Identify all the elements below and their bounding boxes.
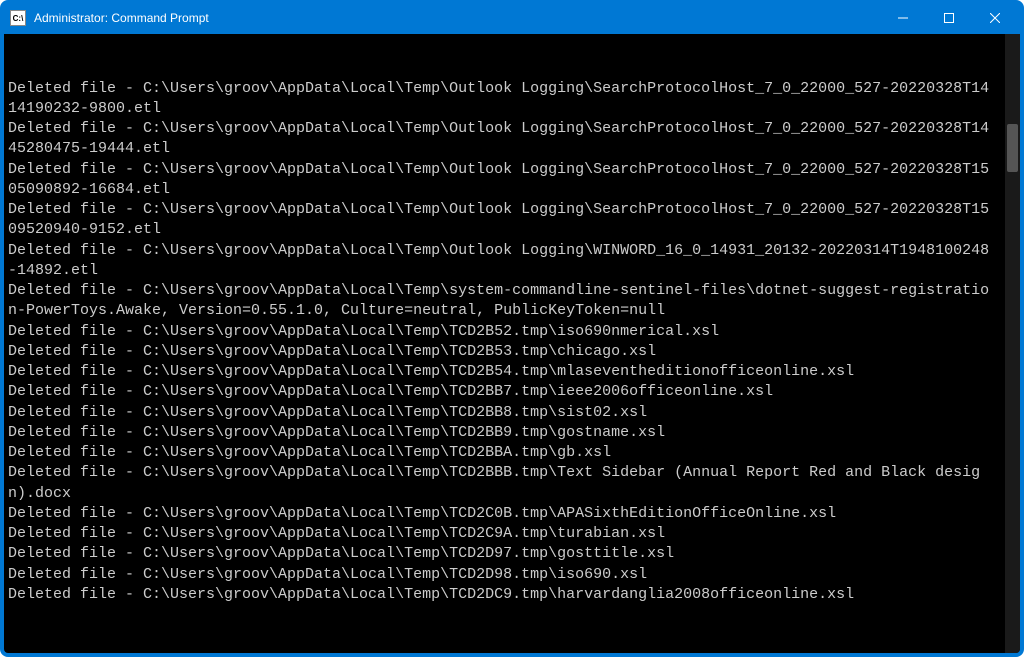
terminal-line: Deleted file - C:\Users\groov\AppData\Lo… bbox=[8, 160, 996, 201]
app-icon: C:\ bbox=[10, 10, 26, 26]
minimize-button[interactable] bbox=[880, 4, 926, 32]
terminal-line: Deleted file - C:\Users\groov\AppData\Lo… bbox=[8, 119, 996, 160]
maximize-button[interactable] bbox=[926, 4, 972, 32]
terminal-content: Deleted file - C:\Users\groov\AppData\Lo… bbox=[4, 34, 1004, 653]
terminal-line: Deleted file - C:\Users\groov\AppData\Lo… bbox=[8, 443, 996, 463]
terminal-area[interactable]: Deleted file - C:\Users\groov\AppData\Lo… bbox=[4, 34, 1020, 653]
maximize-icon bbox=[944, 13, 954, 23]
scrollbar-track[interactable] bbox=[1005, 34, 1020, 653]
window-title: Administrator: Command Prompt bbox=[34, 11, 880, 25]
terminal-line: Deleted file - C:\Users\groov\AppData\Lo… bbox=[8, 585, 996, 605]
terminal-line: Deleted file - C:\Users\groov\AppData\Lo… bbox=[8, 241, 996, 282]
window-controls bbox=[880, 4, 1018, 32]
command-prompt-window: C:\ Administrator: Command Prompt Delete… bbox=[0, 0, 1024, 657]
terminal-line: Deleted file - C:\Users\groov\AppData\Lo… bbox=[8, 504, 996, 524]
terminal-line: Deleted file - C:\Users\groov\AppData\Lo… bbox=[8, 463, 996, 504]
terminal-line: Deleted file - C:\Users\groov\AppData\Lo… bbox=[8, 423, 996, 443]
terminal-output: Deleted file - C:\Users\groov\AppData\Lo… bbox=[8, 79, 996, 606]
minimize-icon bbox=[898, 13, 908, 23]
close-icon bbox=[990, 13, 1000, 23]
titlebar[interactable]: C:\ Administrator: Command Prompt bbox=[4, 4, 1020, 34]
close-button[interactable] bbox=[972, 4, 1018, 32]
terminal-line: Deleted file - C:\Users\groov\AppData\Lo… bbox=[8, 200, 996, 241]
terminal-line: Deleted file - C:\Users\groov\AppData\Lo… bbox=[8, 342, 996, 362]
terminal-line: Deleted file - C:\Users\groov\AppData\Lo… bbox=[8, 362, 996, 382]
terminal-line: Deleted file - C:\Users\groov\AppData\Lo… bbox=[8, 524, 996, 544]
terminal-line: Deleted file - C:\Users\groov\AppData\Lo… bbox=[8, 382, 996, 402]
terminal-line: Deleted file - C:\Users\groov\AppData\Lo… bbox=[8, 403, 996, 423]
terminal-line: Deleted file - C:\Users\groov\AppData\Lo… bbox=[8, 281, 996, 322]
terminal-line: Deleted file - C:\Users\groov\AppData\Lo… bbox=[8, 565, 996, 585]
terminal-line: Deleted file - C:\Users\groov\AppData\Lo… bbox=[8, 79, 996, 120]
scrollbar-thumb[interactable] bbox=[1007, 124, 1018, 172]
terminal-line: Deleted file - C:\Users\groov\AppData\Lo… bbox=[8, 322, 996, 342]
terminal-line: Deleted file - C:\Users\groov\AppData\Lo… bbox=[8, 544, 996, 564]
